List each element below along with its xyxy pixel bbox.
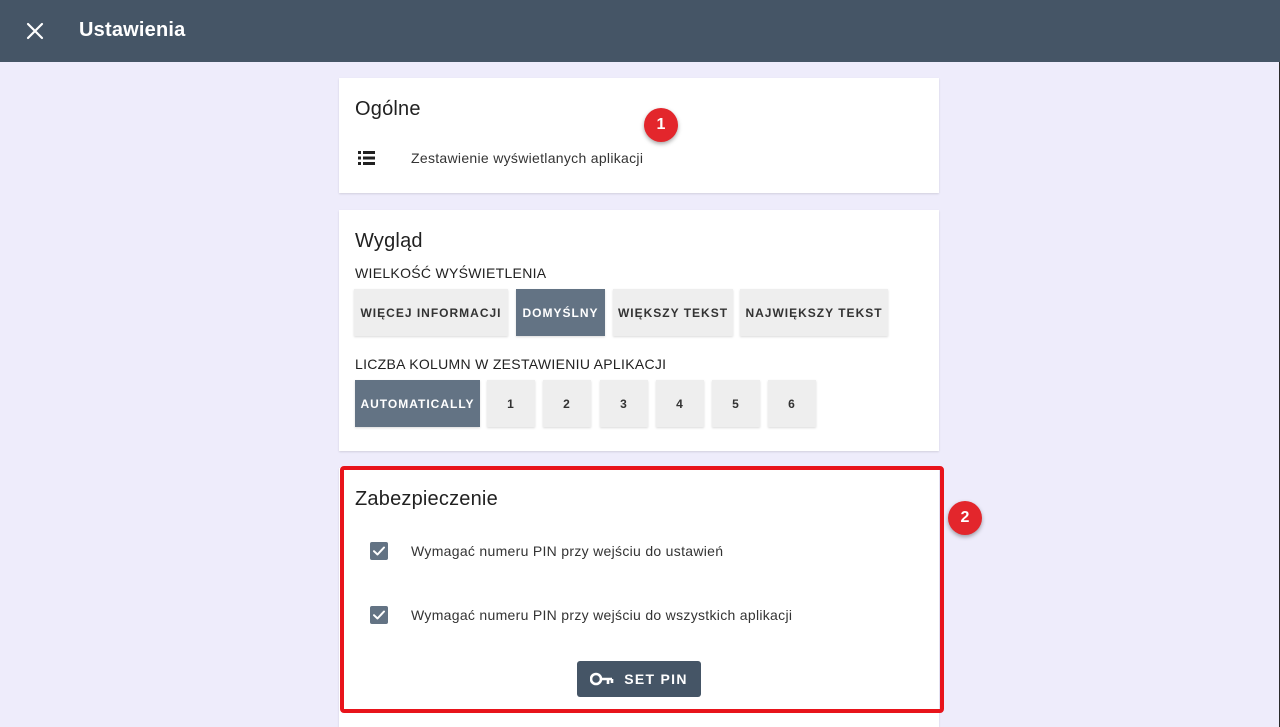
columns-label: LICZBA KOLUMN W ZESTAWIENIU APLIKACJI (355, 356, 667, 372)
set-pin-button[interactable]: SET PIN (577, 661, 701, 697)
columns-5-button[interactable]: 5 (712, 380, 760, 427)
app-list-label: Zestawienie wyświetlanych aplikacji (411, 150, 644, 166)
display-size-larger-text-button[interactable]: WIĘKSZY TEKST (613, 289, 733, 336)
columns-6-button[interactable]: 6 (768, 380, 816, 427)
display-size-largest-text-button[interactable]: NAJWIĘKSZY TEKST (740, 289, 888, 336)
appearance-card: Wygląd WIELKOŚĆ WYŚWIETLENIA WIĘCEJ INFO… (339, 210, 939, 451)
app-list-row[interactable]: Zestawienie wyświetlanych aplikacji (339, 140, 939, 176)
columns-2-button[interactable]: 2 (543, 380, 591, 427)
display-size-default-button[interactable]: DOMYŚLNY (516, 289, 605, 336)
pin-settings-label: Wymagać numeru PIN przy wejściu do ustaw… (411, 543, 724, 559)
display-size-label: WIELKOŚĆ WYŚWIETLENIA (355, 265, 547, 281)
columns-1-button[interactable]: 1 (487, 380, 535, 427)
pin-settings-row[interactable]: Wymagać numeru PIN przy wejściu do ustaw… (339, 534, 939, 566)
pin-settings-checkbox[interactable] (370, 542, 388, 560)
general-card: Ogólne Zestawienie wyświetlanych aplikac… (339, 78, 939, 193)
security-title: Zabezpieczenie (355, 488, 498, 510)
display-size-more-info-button[interactable]: WIĘCEJ INFORMACJI (354, 289, 508, 336)
columns-3-button[interactable]: 3 (600, 380, 648, 427)
app-bar: Ustawienia (0, 0, 1280, 62)
security-card: Zabezpieczenie Wymagać numeru PIN przy w… (339, 468, 939, 727)
columns-4-button[interactable]: 4 (656, 380, 704, 427)
check-icon (373, 610, 385, 620)
annotation-badge-2: 2 (948, 501, 982, 535)
pin-all-apps-label: Wymagać numeru PIN przy wejściu do wszys… (411, 607, 793, 623)
pin-all-apps-row[interactable]: Wymagać numeru PIN przy wejściu do wszys… (339, 598, 939, 630)
appearance-title: Wygląd (355, 230, 423, 252)
close-icon (26, 22, 44, 40)
annotation-badge-1: 1 (644, 108, 678, 142)
check-icon (373, 546, 385, 556)
set-pin-label: SET PIN (624, 671, 688, 687)
columns-automatically-button[interactable]: AUTOMATICALLY (355, 380, 480, 427)
page-title: Ustawienia (79, 19, 186, 41)
pin-all-apps-checkbox[interactable] (370, 606, 388, 624)
general-title: Ogólne (355, 98, 421, 120)
key-icon (590, 672, 614, 686)
list-icon (358, 151, 375, 170)
close-button[interactable] (22, 18, 48, 44)
